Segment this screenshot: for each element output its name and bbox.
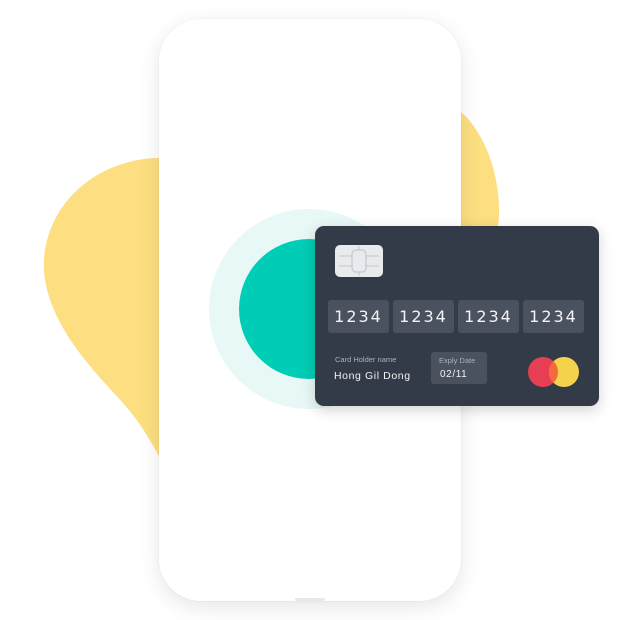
expiry-date-label: Exply Date [439, 356, 476, 365]
expiry-date-box: Exply Date 02/11 [431, 352, 487, 384]
phone-home-indicator [295, 598, 325, 601]
card-number-group-2: 1234 [393, 300, 454, 333]
illustration: 1234 1234 1234 1234 Card Holder name Hon… [0, 0, 620, 620]
card-holder-name: Hong Gil Dong [334, 370, 411, 382]
mastercard-logo-icon [528, 357, 579, 387]
credit-card: 1234 1234 1234 1234 Card Holder name Hon… [315, 226, 599, 406]
card-holder-label: Card Holder name [335, 355, 397, 364]
card-number-group-4: 1234 [523, 300, 584, 333]
card-number-group-3: 1234 [458, 300, 519, 333]
card-chip-icon [335, 245, 383, 277]
card-number-group-1: 1234 [328, 300, 389, 333]
expiry-date-value: 02/11 [440, 369, 468, 380]
